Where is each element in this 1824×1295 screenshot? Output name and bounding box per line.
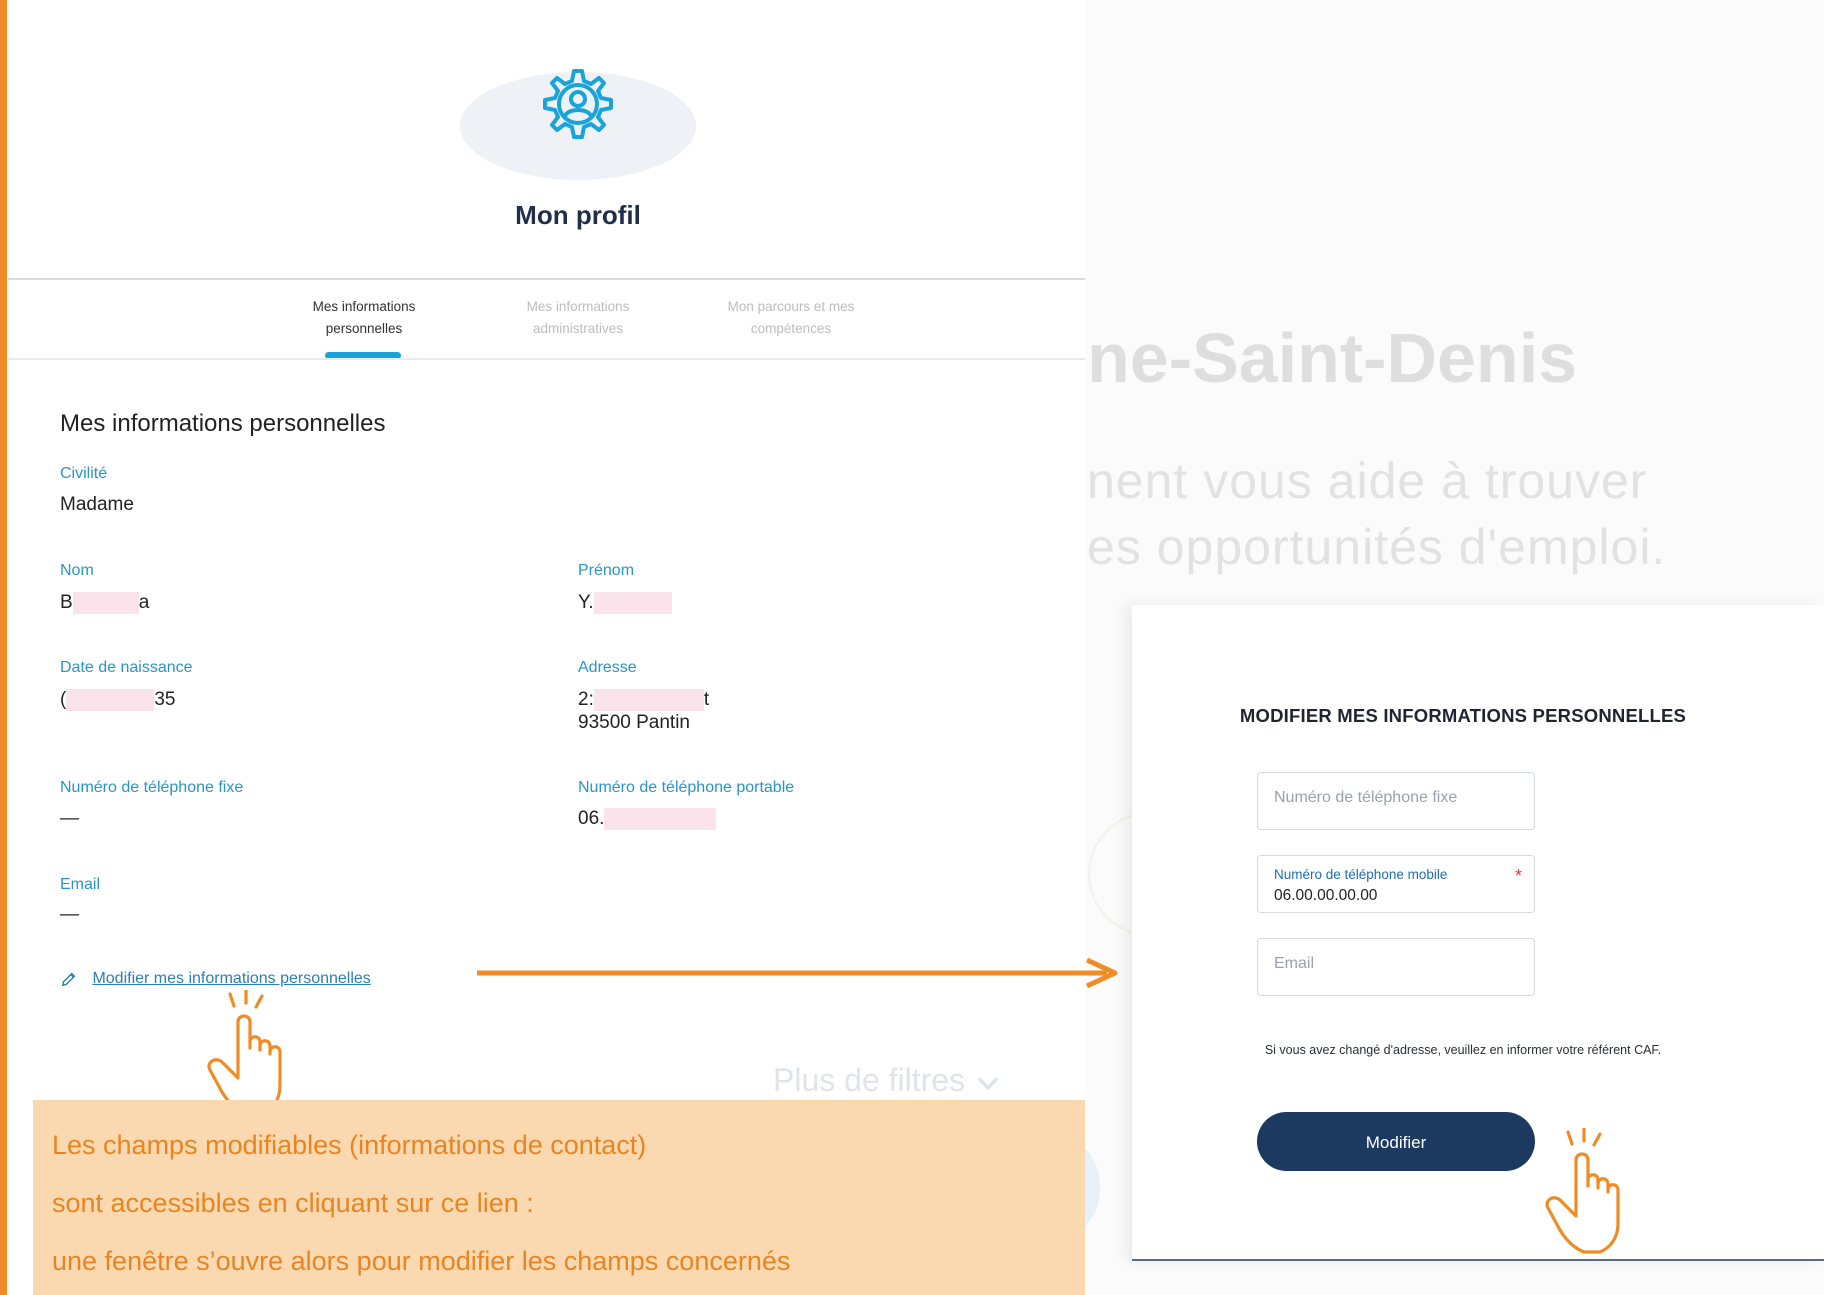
gear-user-icon: [543, 69, 613, 139]
submit-modify-button[interactable]: Modifier: [1257, 1112, 1535, 1171]
nom-value: Ba: [60, 592, 149, 614]
email-value: —: [60, 904, 79, 925]
adresse-line1-prefix: 2:: [578, 689, 594, 711]
date-naissance-value: (35: [60, 689, 175, 711]
tel-portable-value: 06.: [578, 808, 717, 830]
more-filters-label: Plus de filtres: [773, 1062, 966, 1098]
redacted-block: [66, 689, 155, 711]
adresse-label: Adresse: [578, 659, 637, 676]
tab-administrative-info[interactable]: Mes informations administratives: [498, 296, 658, 340]
tel-fixe-value: —: [60, 808, 79, 829]
email-label: Email: [60, 876, 101, 893]
background-page-title: ne-Saint-Denis: [1087, 319, 1578, 397]
landline-phone-input[interactable]: [1274, 789, 1514, 807]
redacted-block: [593, 689, 704, 711]
more-filters-button: Plus de filtres: [773, 1062, 1002, 1099]
landline-phone-field[interactable]: [1257, 772, 1535, 830]
nom-value-prefix: B: [60, 592, 73, 614]
address-change-note: Si vous avez changé d'adresse, veuillez …: [1264, 1043, 1662, 1057]
mobile-phone-input[interactable]: [1274, 887, 1514, 905]
divider: [8, 358, 1085, 360]
redacted-block: [593, 592, 672, 614]
pencil-icon: [61, 972, 76, 987]
page-title: Mon profil: [515, 200, 641, 230]
hand-pointer-icon: [1545, 1128, 1620, 1254]
redacted-block: [72, 592, 139, 614]
tab-label-line: administratives: [532, 321, 624, 336]
email-input[interactable]: [1274, 955, 1514, 973]
civilite-label: Civilité: [60, 465, 108, 482]
chevron-down-icon: [977, 1076, 999, 1090]
adresse-line1-suffix: t: [703, 689, 710, 711]
background-page-text-line: es opportunités d'emploi.: [1087, 519, 1667, 575]
arrow-right-icon: [477, 958, 1118, 988]
prenom-value: Y.: [578, 592, 672, 614]
tel-portable-label: Numéro de téléphone portable: [578, 779, 795, 796]
mobile-phone-label: Numéro de téléphone mobile: [1274, 867, 1448, 882]
tab-label-line: personnelles: [325, 321, 403, 336]
tab-label-line: Mon parcours et mes: [727, 299, 855, 314]
required-marker: *: [1514, 866, 1522, 886]
prenom-label: Prénom: [578, 562, 635, 579]
tel-portable-prefix: 06.: [578, 808, 605, 830]
divider: [1132, 1259, 1824, 1261]
date-naissance-suffix: 35: [154, 689, 176, 711]
modal-title: MODIFIER MES INFORMATIONS PERSONNELLES: [1239, 705, 1687, 726]
section-title: Mes informations personnelles: [60, 410, 386, 437]
tab-label-line: Mes informations: [526, 299, 630, 314]
edit-info-link-text[interactable]: Modifier mes informations personnelles: [92, 970, 370, 987]
civilite-value: Madame: [60, 494, 134, 515]
nom-value-suffix: a: [138, 592, 150, 614]
mobile-phone-field[interactable]: Numéro de téléphone mobile *: [1257, 855, 1535, 913]
divider: [8, 278, 1085, 280]
redacted-block: [604, 808, 717, 830]
edit-info-link[interactable]: Modifier mes informations personnelles: [60, 970, 371, 988]
nom-label: Nom: [60, 562, 94, 579]
tab-label-line: Mes informations: [312, 299, 416, 314]
tab-label-line: compétences: [750, 321, 832, 336]
background-page-text-line: nent vous aide à trouver: [1087, 453, 1648, 509]
tab-career-skills[interactable]: Mon parcours et mes compétences: [711, 296, 871, 340]
callout-text-line: sont accessibles en cliquant sur ce lien…: [52, 1188, 534, 1218]
prenom-value-prefix: Y.: [578, 592, 594, 614]
date-naissance-label: Date de naissance: [60, 659, 193, 676]
adresse-line2: 93500 Pantin: [578, 712, 690, 733]
adresse-line1: 2: t: [578, 689, 709, 711]
tab-personal-info[interactable]: Mes informations personnelles: [284, 296, 444, 340]
email-field[interactable]: [1257, 938, 1535, 996]
tel-fixe-label: Numéro de téléphone fixe: [60, 779, 244, 796]
left-accent-bar: [0, 0, 7, 1295]
callout-text-line: une fenêtre s’ouvre alors pour modifier …: [52, 1246, 791, 1276]
profile-panel: [8, 18, 1085, 1098]
callout-text-line: Les champs modifiables (informations de …: [52, 1130, 647, 1160]
